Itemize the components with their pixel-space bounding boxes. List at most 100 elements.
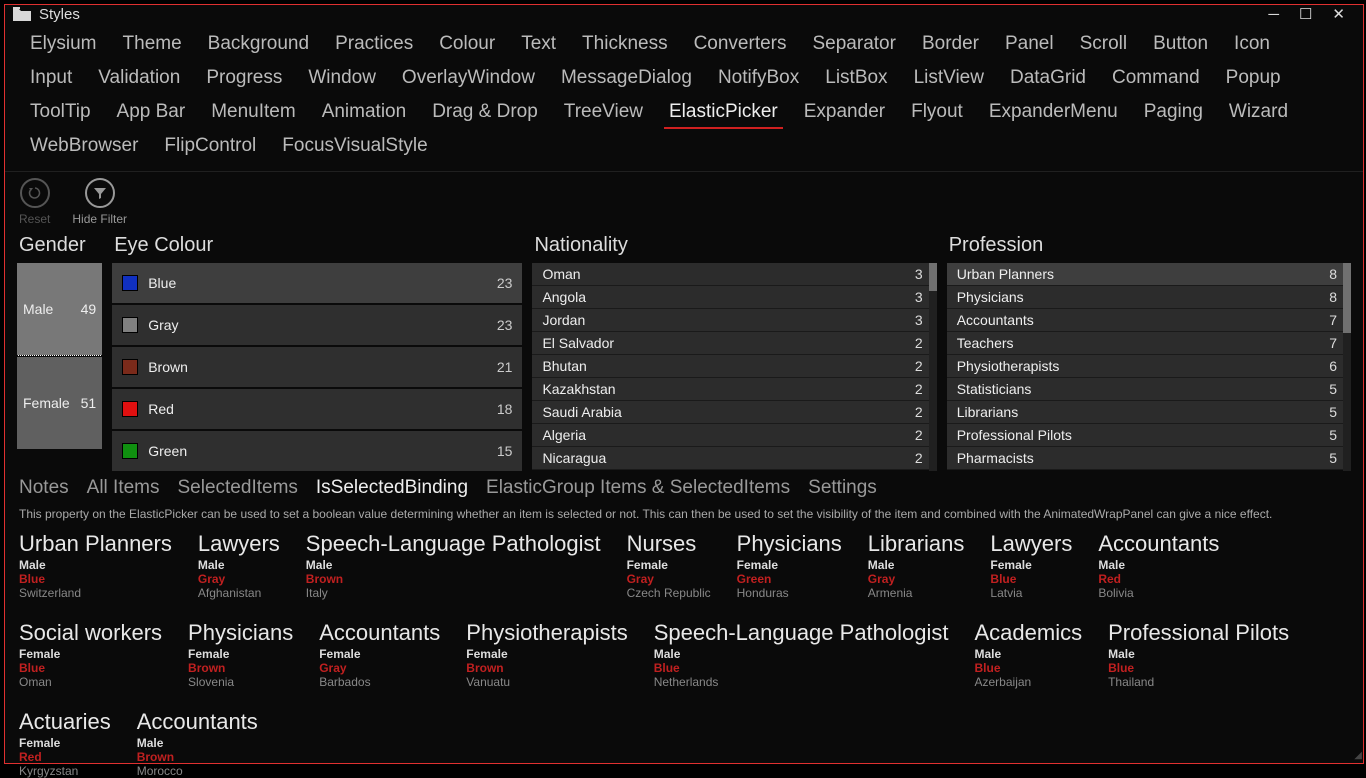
tab-scroll[interactable]: Scroll — [1067, 27, 1141, 61]
reset-button[interactable]: Reset — [19, 178, 50, 226]
gender-item[interactable]: Male49 — [17, 263, 102, 355]
tab-input[interactable]: Input — [17, 61, 85, 95]
tab-datagrid[interactable]: DataGrid — [997, 61, 1099, 95]
person-card[interactable]: Speech-Language PathologistMaleBrownItal… — [306, 531, 601, 600]
filter-icon — [85, 178, 115, 208]
tab-thickness[interactable]: Thickness — [569, 27, 681, 61]
profession-item[interactable]: Teachers7 — [947, 332, 1351, 355]
tab-menuitem[interactable]: MenuItem — [198, 95, 308, 129]
tab-app-bar[interactable]: App Bar — [104, 95, 199, 129]
nationality-item[interactable]: Oman3 — [532, 263, 936, 286]
tab-webbrowser[interactable]: WebBrowser — [17, 129, 151, 163]
tab-tooltip[interactable]: ToolTip — [17, 95, 104, 129]
person-card[interactable]: PhysiotherapistsFemaleBrownVanuatu — [466, 620, 627, 689]
tab-validation[interactable]: Validation — [85, 61, 193, 95]
tab-text[interactable]: Text — [508, 27, 569, 61]
nationality-item[interactable]: Jordan3 — [532, 309, 936, 332]
profession-item[interactable]: Accountants7 — [947, 309, 1351, 332]
eye-item[interactable]: Blue23 — [112, 263, 522, 303]
tab-overlaywindow[interactable]: OverlayWindow — [389, 61, 548, 95]
tab-flyout[interactable]: Flyout — [898, 95, 976, 129]
tab-theme[interactable]: Theme — [110, 27, 195, 61]
nat-scrollbar[interactable] — [929, 263, 937, 471]
hide-filter-label: Hide Filter — [72, 212, 127, 226]
tab-separator[interactable]: Separator — [800, 27, 909, 61]
tab-icon[interactable]: Icon — [1221, 27, 1283, 61]
person-card[interactable]: AccountantsFemaleGrayBarbados — [319, 620, 440, 689]
tab-treeview[interactable]: TreeView — [551, 95, 656, 129]
tab-background[interactable]: Background — [195, 27, 322, 61]
nationality-item[interactable]: Saudi Arabia2 — [532, 401, 936, 424]
tab-converters[interactable]: Converters — [681, 27, 800, 61]
person-card[interactable]: LawyersFemaleBlueLatvia — [990, 531, 1072, 600]
subtab-selecteditems[interactable]: SelectedItems — [178, 477, 298, 499]
nationality-item[interactable]: Algeria2 — [532, 424, 936, 447]
person-card[interactable]: NursesFemaleGrayCzech Republic — [627, 531, 711, 600]
tab-messagedialog[interactable]: MessageDialog — [548, 61, 705, 95]
nationality-item[interactable]: Angola3 — [532, 286, 936, 309]
tab-popup[interactable]: Popup — [1213, 61, 1294, 95]
tab-expander[interactable]: Expander — [791, 95, 898, 129]
tab-flipcontrol[interactable]: FlipControl — [151, 129, 269, 163]
subtab-elasticgroup-items-selecteditems[interactable]: ElasticGroup Items & SelectedItems — [486, 477, 790, 499]
gender-item[interactable]: Female51 — [17, 357, 102, 449]
tab-focusvisualstyle[interactable]: FocusVisualStyle — [269, 129, 440, 163]
subtab-settings[interactable]: Settings — [808, 477, 877, 499]
tab-panel[interactable]: Panel — [992, 27, 1067, 61]
person-card[interactable]: LibrariansMaleGrayArmenia — [868, 531, 965, 600]
subtab-isselectedbinding[interactable]: IsSelectedBinding — [316, 477, 468, 499]
person-card[interactable]: PhysiciansFemaleGreenHonduras — [737, 531, 842, 600]
eye-item[interactable]: Green15 — [112, 431, 522, 471]
tab-progress[interactable]: Progress — [193, 61, 295, 95]
person-card[interactable]: Social workersFemaleBlueOman — [19, 620, 162, 689]
tab-window[interactable]: Window — [295, 61, 389, 95]
tab-colour[interactable]: Colour — [426, 27, 508, 61]
maximize-button[interactable]: ☐ — [1299, 5, 1312, 23]
profession-item[interactable]: Pharmacists5 — [947, 447, 1351, 470]
tab-command[interactable]: Command — [1099, 61, 1213, 95]
tab-expandermenu[interactable]: ExpanderMenu — [976, 95, 1131, 129]
minimize-button[interactable]: ─ — [1268, 6, 1279, 23]
resize-grip[interactable]: ◢ — [1354, 750, 1360, 761]
tab-animation[interactable]: Animation — [309, 95, 420, 129]
tab-listbox[interactable]: ListBox — [812, 61, 900, 95]
tab-button[interactable]: Button — [1140, 27, 1221, 61]
tab-paging[interactable]: Paging — [1131, 95, 1216, 129]
profession-item[interactable]: Urban Planners8 — [947, 263, 1351, 286]
eye-item[interactable]: Red18 — [112, 389, 522, 429]
tab-elysium[interactable]: Elysium — [17, 27, 110, 61]
hide-filter-button[interactable]: Hide Filter — [72, 178, 127, 226]
tab-wizard[interactable]: Wizard — [1216, 95, 1301, 129]
tab-notifybox[interactable]: NotifyBox — [705, 61, 812, 95]
person-card[interactable]: PhysiciansFemaleBrownSlovenia — [188, 620, 293, 689]
nationality-item[interactable]: Bhutan2 — [532, 355, 936, 378]
tab-elasticpicker[interactable]: ElasticPicker — [656, 95, 791, 129]
tab-practices[interactable]: Practices — [322, 27, 426, 61]
nationality-item[interactable]: Nicaragua2 — [532, 447, 936, 470]
nationality-item[interactable]: El Salvador2 — [532, 332, 936, 355]
profession-item[interactable]: Statisticians5 — [947, 378, 1351, 401]
subtab-all-items[interactable]: All Items — [87, 477, 160, 499]
profession-item[interactable]: Professional Pilots5 — [947, 424, 1351, 447]
prof-scrollbar[interactable] — [1343, 263, 1351, 471]
reset-icon — [20, 178, 50, 208]
person-card[interactable]: AcademicsMaleBlueAzerbaijan — [975, 620, 1083, 689]
card-profession: Urban Planners — [19, 531, 172, 557]
tab-border[interactable]: Border — [909, 27, 992, 61]
person-card[interactable]: LawyersMaleGrayAfghanistan — [198, 531, 280, 600]
tab-drag-drop[interactable]: Drag & Drop — [419, 95, 551, 129]
profession-item[interactable]: Physicians8 — [947, 286, 1351, 309]
profession-item[interactable]: Librarians5 — [947, 401, 1351, 424]
person-card[interactable]: Urban PlannersMaleBlueSwitzerland — [19, 531, 172, 600]
eye-item[interactable]: Gray23 — [112, 305, 522, 345]
subtab-notes[interactable]: Notes — [19, 477, 69, 499]
eye-item[interactable]: Brown21 — [112, 347, 522, 387]
profession-item[interactable]: Physiotherapists6 — [947, 355, 1351, 378]
close-button[interactable]: ✕ — [1332, 5, 1345, 23]
person-card[interactable]: Professional PilotsMaleBlueThailand — [1108, 620, 1289, 689]
tab-listview[interactable]: ListView — [901, 61, 997, 95]
person-card[interactable]: Speech-Language PathologistMaleBlueNethe… — [654, 620, 949, 689]
person-card[interactable]: AccountantsMaleRedBolivia — [1098, 531, 1219, 600]
titlebar: Styles ─ ☐ ✕ — [5, 5, 1363, 23]
nationality-item[interactable]: Kazakhstan2 — [532, 378, 936, 401]
